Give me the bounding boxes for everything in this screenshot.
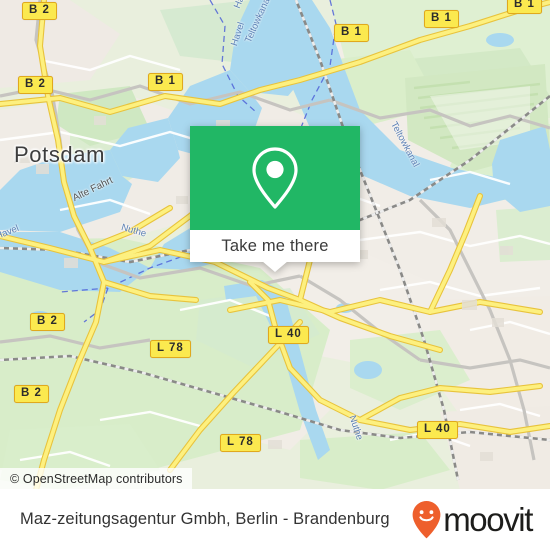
footer-bar: Maz-zeitungsagentur Gmbh, Berlin - Brand… [0,489,550,550]
moovit-map-page: PotsdamHavelHavelTeltowkanalTeltowkanalH… [0,0,550,550]
callout-pointer [262,261,288,272]
moovit-smiley-pin-icon [412,500,441,538]
osm-attribution[interactable]: © OpenStreetMap contributors [0,468,192,490]
map-pin-icon [252,147,298,209]
moovit-logo[interactable]: moovit [411,500,533,540]
place-title: Maz-zeitungsagentur Gmbh, Berlin - Brand… [20,510,390,528]
callout-icon-panel [190,126,360,230]
take-me-there-callout[interactable]: Take me there [190,126,360,272]
moovit-wordmark: moovit [443,501,533,538]
callout-action-bar[interactable]: Take me there [190,230,360,262]
take-me-there-label: Take me there [221,236,329,255]
